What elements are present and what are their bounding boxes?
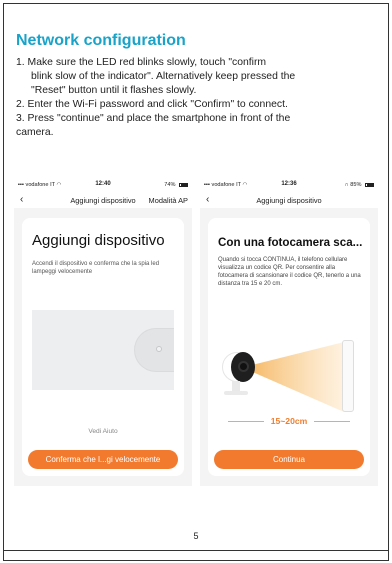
page-number: 5 bbox=[193, 531, 199, 541]
step-1-line-2: blink slow of the indicator". Alternativ… bbox=[31, 71, 296, 82]
step-2: 2. Enter the Wi-Fi password and click "C… bbox=[16, 99, 288, 110]
step-1-line-1: 1. Make sure the LED red blinks slowly, … bbox=[16, 57, 267, 68]
qr-scan-card: Con una fotocamera sca... Quando si tocc… bbox=[208, 218, 370, 476]
camera-stand bbox=[232, 381, 240, 391]
camera-lens bbox=[238, 361, 249, 372]
card-description: Quando si tocca CONTINUA, il telefono ce… bbox=[218, 257, 361, 287]
section-title: Network configuration bbox=[16, 32, 186, 49]
status-bar: ▪▪▪ vodafone IT ◠ 12:40 74% bbox=[14, 178, 192, 192]
headphones-icon: ∩ bbox=[344, 182, 349, 188]
step-1-line-3: "Reset" button until it flashes slowly. bbox=[31, 85, 197, 96]
nav-bar: ‹ Aggiungi dispositivo bbox=[200, 192, 378, 208]
ap-mode-link[interactable]: Modalità AP bbox=[149, 196, 188, 205]
step-3-line-1: 3. Press "continue" and place the smartp… bbox=[16, 113, 291, 124]
battery-indicator: 74% bbox=[164, 182, 188, 188]
instruction-list: 1. Make sure the LED red blinks slowly, … bbox=[16, 56, 381, 140]
camera-illustration bbox=[214, 328, 364, 418]
led-indicator bbox=[156, 346, 162, 352]
help-link[interactable]: Vedi Aiuto bbox=[22, 428, 184, 435]
smartphone-outline bbox=[342, 340, 354, 412]
device-illustration bbox=[32, 310, 174, 390]
page-bottom-strip bbox=[3, 551, 389, 561]
distance-indicator: 15~20cm bbox=[228, 416, 350, 426]
step-3-line-2: camera. bbox=[16, 127, 54, 138]
continue-button[interactable]: Continua bbox=[214, 450, 364, 469]
add-device-card: Aggiungi dispositivo Accendi il disposit… bbox=[22, 218, 184, 476]
card-title: Con una fotocamera sca... bbox=[218, 236, 363, 249]
status-bar: ▪▪▪ vodafone IT ◠ 12:36 ∩ 85% bbox=[200, 178, 378, 192]
confirm-blink-button[interactable]: Conferma che l...gi velocemente bbox=[28, 450, 178, 469]
distance-line-right bbox=[314, 421, 350, 422]
device-body bbox=[134, 328, 174, 372]
phone-screenshot-add-device: ▪▪▪ vodafone IT ◠ 12:40 74% ‹ Aggiungi d… bbox=[14, 178, 192, 486]
card-title: Aggiungi dispositivo bbox=[32, 232, 165, 249]
nav-bar: ‹ Aggiungi dispositivo Modalità AP bbox=[14, 192, 192, 208]
battery-icon bbox=[179, 182, 188, 187]
nav-title: Aggiungi dispositivo bbox=[256, 196, 322, 205]
card-description: Accendi il dispositivo e conferma che la… bbox=[32, 261, 160, 275]
battery-icon bbox=[365, 182, 374, 187]
phone-screenshot-qr-scan: ▪▪▪ vodafone IT ◠ 12:36 ∩ 85% ‹ Aggiungi… bbox=[200, 178, 378, 486]
camera-base bbox=[224, 391, 248, 395]
battery-indicator: ∩ 85% bbox=[345, 182, 374, 188]
